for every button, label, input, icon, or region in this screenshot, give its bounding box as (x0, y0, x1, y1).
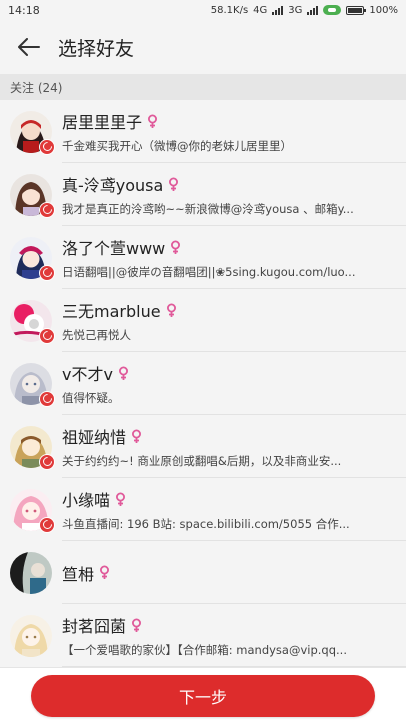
music-badge-icon (39, 327, 55, 344)
friend-row[interactable]: 真-泠鸢yousa 我才是真正的泠鸢哟~~新浪微博@泠鸢yousa 、邮箱y..… (0, 163, 406, 226)
friend-name: 小缘喵 (62, 491, 111, 510)
avatar-container (10, 488, 55, 533)
friend-description: 值得怀疑。 (62, 391, 120, 405)
following-section-header: 关注 (24) (0, 74, 406, 100)
friend-info: v不才v 值得怀疑。 (62, 361, 406, 406)
female-icon (132, 429, 142, 443)
friend-row[interactable]: 三无marblue 先悦己再悦人 (0, 289, 406, 352)
female-icon (118, 366, 128, 380)
network-label-2: 3G (288, 4, 303, 16)
female-icon (171, 240, 181, 254)
female-icon (100, 565, 110, 579)
back-arrow-icon[interactable] (16, 34, 42, 60)
avatar-container (10, 425, 55, 470)
top-bar: 选择好友 (0, 20, 406, 74)
bottom-bar: 下一步 (0, 667, 406, 723)
female-icon (169, 177, 179, 191)
friend-row[interactable]: v不才v 值得怀疑。 (0, 352, 406, 415)
status-right: 58.1K/s 4G 3G 100% (211, 5, 398, 16)
signal-icon-2 (307, 5, 319, 15)
avatar-container (10, 299, 55, 344)
avatar-container (10, 614, 52, 657)
music-badge-icon (39, 264, 55, 281)
friend-name: 笪枏 (62, 564, 95, 584)
page-title: 选择好友 (58, 37, 135, 60)
friend-name: 三无marblue (62, 302, 161, 321)
status-time: 14:18 (8, 3, 40, 17)
name-line: 小缘喵 (62, 487, 406, 511)
friend-row[interactable]: 笪枏 (0, 541, 406, 604)
name-line: 居里里里子 (62, 109, 406, 133)
avatar-container (10, 173, 55, 218)
network-label-1: 4G (253, 4, 268, 16)
battery-icon (346, 5, 367, 15)
friend-row[interactable]: 居里里里子 千金难买我开心（微博@你的老妹儿居里里） (0, 100, 406, 163)
name-line: 洛了个萱www (62, 235, 406, 259)
friend-name: 居里里里子 (62, 113, 143, 132)
friend-row[interactable]: 洛了个萱www 日语翻唱||@彼岸の音翻唱团||❀5sing.kugou.com… (0, 226, 406, 289)
signal-icon (272, 5, 284, 15)
friend-info: 三无marblue 先悦己再悦人 (62, 298, 406, 343)
friend-info: 洛了个萱www 日语翻唱||@彼岸の音翻唱团||❀5sing.kugou.com… (62, 235, 406, 280)
status-speed: 58.1K/s (210, 4, 249, 16)
friend-description: 关于约约约~! 商业原创或翻唱&后期，以及非商业安... (62, 454, 342, 468)
name-line: v不才v (62, 361, 406, 385)
friend-description: 日语翻唱||@彼岸の音翻唱团||❀5sing.kugou.com/luo... (62, 265, 356, 279)
friend-info: 真-泠鸢yousa 我才是真正的泠鸢哟~~新浪微博@泠鸢yousa 、邮箱y..… (62, 172, 406, 217)
name-line: 祖娅纳惜 (62, 424, 406, 448)
name-line: 三无marblue (62, 298, 406, 322)
friend-description: 先悦己再悦人 (62, 328, 131, 342)
friend-row[interactable]: 祖娅纳惜 关于约约约~! 商业原创或翻唱&后期，以及非商业安... (0, 415, 406, 478)
avatar (10, 551, 52, 594)
friend-info: 笪枏 (62, 561, 406, 585)
music-badge-icon (39, 201, 55, 218)
friend-description: 我才是真正的泠鸢哟~~新浪微博@泠鸢yousa 、邮箱y... (62, 202, 354, 216)
female-icon (116, 492, 126, 506)
battery-level: 100% (369, 4, 398, 16)
avatar-container (10, 551, 52, 594)
status-bar: 14:18 58.1K/s 4G 3G 100% (0, 0, 406, 20)
friend-name: 封茗囧菌 (62, 617, 127, 636)
avatar-container (10, 110, 55, 155)
next-button[interactable]: 下一步 (31, 674, 375, 717)
friend-name: 祖娅纳惜 (62, 428, 127, 447)
friend-description: 千金难买我开心（微博@你的老妹儿居里里） (62, 139, 292, 153)
friend-row[interactable]: 封茗囧菌 【一个爱唱歌的家伙】【合作邮箱: mandysa@vip.qq... (0, 604, 406, 667)
friend-info: 小缘喵 斗鱼直播间: 196 B站: space.bilibili.com/50… (62, 487, 406, 532)
friend-description: 【一个爱唱歌的家伙】【合作邮箱: mandysa@vip.qq... (62, 643, 347, 657)
friend-row[interactable]: 小缘喵 斗鱼直播间: 196 B站: space.bilibili.com/50… (0, 478, 406, 541)
female-icon (166, 303, 176, 317)
friend-name: v不才v (62, 365, 113, 384)
music-badge-icon (39, 453, 55, 470)
female-icon (132, 618, 142, 632)
music-badge-icon (39, 390, 55, 407)
female-icon (148, 114, 158, 128)
friend-description: 斗鱼直播间: 196 B站: space.bilibili.com/5055 合… (62, 517, 350, 531)
avatar (10, 614, 52, 657)
avatar-container (10, 236, 55, 281)
hotspot-icon (323, 5, 342, 15)
friend-info: 居里里里子 千金难买我开心（微博@你的老妹儿居里里） (62, 109, 406, 154)
friend-list: 居里里里子 千金难买我开心（微博@你的老妹儿居里里） 真-泠鸢yousa 我才是… (0, 100, 406, 667)
friend-info: 封茗囧菌 【一个爱唱歌的家伙】【合作邮箱: mandysa@vip.qq... (62, 613, 406, 658)
name-line: 笪枏 (62, 561, 406, 585)
name-line: 封茗囧菌 (62, 613, 406, 637)
friend-name: 真-泠鸢yousa (62, 176, 164, 195)
music-badge-icon (39, 516, 55, 533)
name-line: 真-泠鸢yousa (62, 172, 406, 196)
friend-info: 祖娅纳惜 关于约约约~! 商业原创或翻唱&后期，以及非商业安... (62, 424, 406, 469)
avatar-container (10, 362, 55, 407)
music-badge-icon (39, 138, 55, 155)
friend-name: 洛了个萱www (62, 239, 166, 258)
